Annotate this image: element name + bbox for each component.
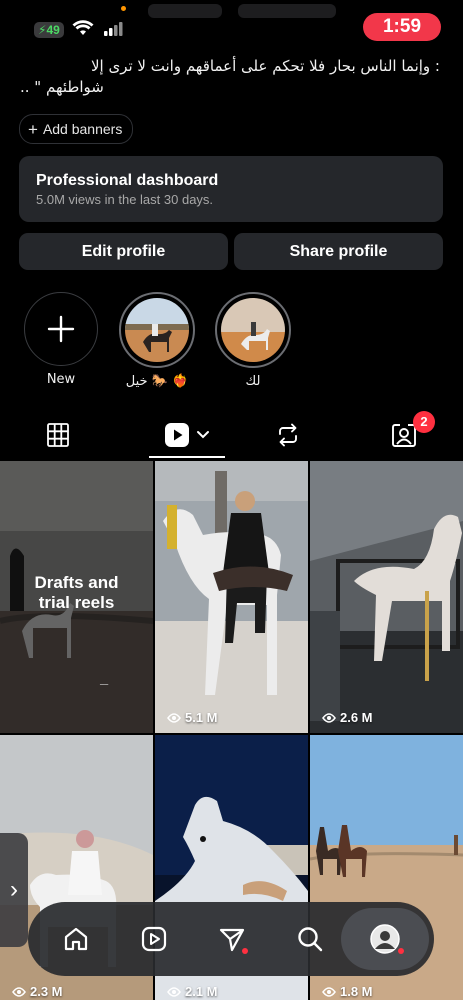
highlight-thumbnail: [221, 298, 285, 362]
tagged-count-badge: 2: [413, 411, 435, 433]
eye-icon: [167, 986, 181, 997]
dashboard-subtitle: 5.0M views in the last 30 days.: [36, 192, 214, 207]
highlight-label: لك: [245, 374, 261, 389]
plus-icon: [47, 315, 75, 343]
highlight-horses[interactable]: خيل 🐎 ❤️‍🔥: [118, 292, 196, 389]
plus-icon: +: [28, 119, 38, 139]
eye-icon: [167, 712, 181, 723]
reel-item[interactable]: 2.6 M: [310, 461, 463, 733]
chevron-down-icon: [197, 431, 209, 439]
blurred-header: [148, 4, 222, 18]
highlight-new[interactable]: New: [22, 292, 100, 387]
repost-icon: [279, 423, 297, 447]
blurred-header: [238, 4, 336, 18]
nav-profile[interactable]: [353, 902, 417, 976]
grid-icon: [47, 423, 69, 447]
view-count: 5.1 M: [167, 710, 218, 725]
add-banners-label: Add banners: [42, 121, 123, 137]
share-profile-button[interactable]: Share profile: [234, 233, 443, 270]
view-count-text: 5.1 M: [185, 710, 218, 725]
dashboard-title: Professional dashboard: [36, 172, 219, 189]
highlight-for-you[interactable]: لك: [214, 292, 292, 389]
reel-item[interactable]: 5.1 M: [155, 461, 308, 733]
privacy-indicator-dot: [121, 6, 126, 11]
reels-icon: [141, 926, 167, 952]
wifi-icon: [72, 20, 94, 35]
eye-icon: [322, 712, 336, 723]
search-icon: [298, 927, 323, 952]
view-count-text: 1.8 M: [340, 984, 373, 999]
nav-reels[interactable]: [122, 902, 186, 976]
view-count: 2.6 M: [322, 710, 373, 725]
tab-reposts[interactable]: [250, 412, 326, 458]
highlight-ring: [24, 292, 98, 366]
highlight-label: New: [46, 372, 76, 387]
view-count: 2.3 M: [12, 984, 63, 999]
notification-dot: [398, 948, 404, 954]
nav-home[interactable]: [44, 902, 108, 976]
view-count: 1.8 M: [322, 984, 373, 999]
drafts-cell[interactable]: ــــ Drafts and trial reels: [0, 461, 153, 733]
eye-icon: [12, 986, 26, 997]
highlight-label: خيل 🐎 ❤️‍🔥: [125, 374, 189, 389]
svg-text:ــــ: ــــ: [99, 679, 109, 687]
bio-line: شواطئهم " ..: [20, 78, 104, 96]
home-icon: [64, 927, 88, 951]
notification-dot: [242, 948, 248, 954]
professional-dashboard-card[interactable]: Professional dashboard 5.0M views in the…: [19, 156, 443, 222]
reel-thumbnail: [155, 461, 308, 733]
view-count-text: 2.3 M: [30, 984, 63, 999]
chevron-right-icon: ›: [10, 876, 18, 903]
view-count-text: 2.1 M: [185, 984, 218, 999]
status-time[interactable]: 1:59: [363, 13, 441, 41]
tab-posts-grid[interactable]: [20, 412, 96, 458]
highlight-ring: [215, 292, 291, 368]
nav-messages[interactable]: [200, 902, 264, 976]
edit-profile-button[interactable]: Edit profile: [19, 233, 228, 270]
active-tab-indicator: [149, 456, 225, 458]
signal-icon: [104, 22, 123, 36]
tab-reels[interactable]: [149, 412, 225, 458]
view-count: 2.1 M: [167, 984, 218, 999]
status-bar: ⚡49 1:59: [0, 0, 463, 58]
eye-icon: [322, 986, 336, 997]
drafts-label: Drafts and trial reels: [34, 573, 119, 612]
battery-indicator: ⚡49: [34, 22, 64, 38]
highlight-ring: [119, 292, 195, 368]
reel-thumbnail: [310, 461, 463, 733]
bottom-navigation: [28, 902, 434, 976]
profile-bio: : وإنما الناس بحار فلا تحكم على أعماقهم …: [20, 56, 440, 98]
highlight-thumbnail: [125, 298, 189, 362]
profile-tabs: [0, 412, 463, 458]
bio-line: : وإنما الناس بحار فلا تحكم على أعماقهم …: [90, 57, 440, 75]
add-banners-button[interactable]: + Add banners: [19, 114, 134, 144]
side-panel-handle[interactable]: ›: [0, 833, 28, 947]
reels-icon: [165, 423, 189, 447]
view-count-text: 2.6 M: [340, 710, 373, 725]
nav-search[interactable]: [278, 902, 342, 976]
avatar: [370, 924, 400, 954]
